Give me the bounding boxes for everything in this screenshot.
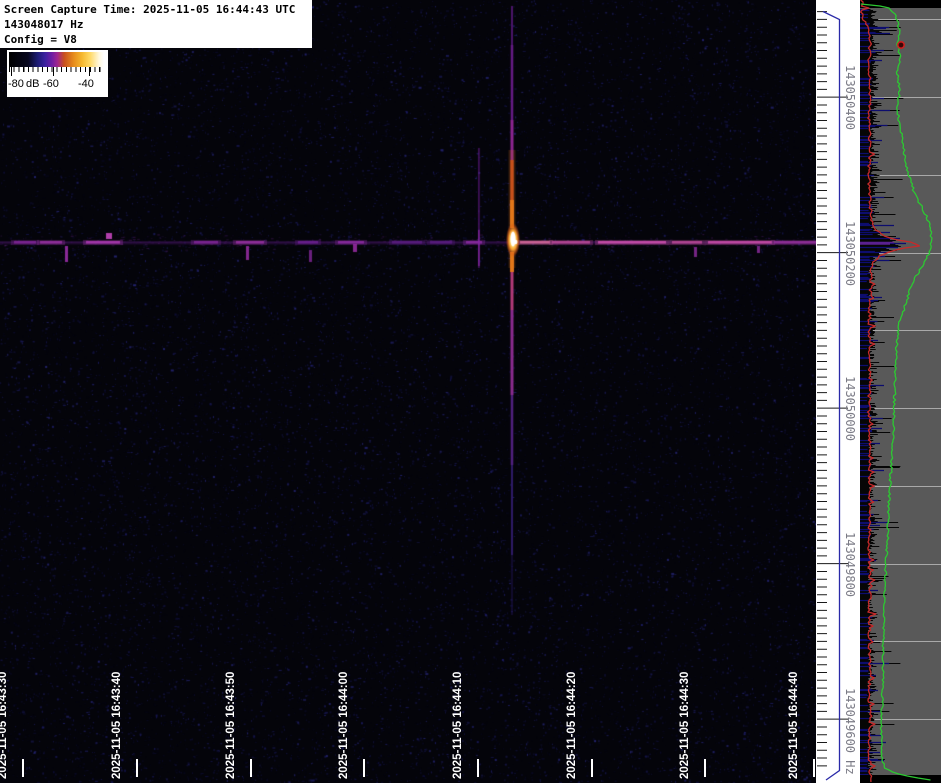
frequency-label: 143049600 Hz (843, 688, 857, 775)
time-tick (22, 759, 24, 777)
frequency-label: 143049800 (843, 532, 857, 598)
frequency-label: 143050000 (843, 376, 857, 442)
color-scale-label: -60 (43, 78, 59, 90)
time-label: 2025-11-05 16:44:10 (452, 671, 464, 779)
color-scale-gradient (9, 52, 104, 67)
time-label: 2025-11-05 16:44:40 (788, 671, 800, 779)
color-scale-major-tick (89, 67, 90, 76)
frequency-label: 143050200 (843, 221, 857, 287)
time-label: 2025-11-05 16:44:20 (566, 671, 578, 779)
capture-info-panel: Screen Capture Time: 2025-11-05 16:44:43… (0, 0, 312, 48)
time-tick (250, 759, 252, 777)
frequency-label: 143050400 (843, 65, 857, 131)
time-tick (813, 759, 815, 777)
time-label: 2025-11-05 16:44:30 (679, 671, 691, 779)
color-scale-label: -80 (8, 78, 24, 90)
time-tick (591, 759, 593, 777)
spectrum-marker-dot (896, 40, 905, 49)
color-scale-label: dB (26, 78, 40, 90)
time-label: 2025-11-05 16:43:50 (225, 671, 237, 779)
time-tick (363, 759, 365, 777)
time-tick (704, 759, 706, 777)
color-scale-major-tick (11, 67, 12, 76)
time-label: 2025-11-05 16:44:00 (338, 671, 350, 779)
time-label: 2025-11-05 16:43:30 (0, 671, 9, 779)
spectrum-lab-window: 2025-11-05 16:43:30 2025-11-05 16:43:40 20… (0, 0, 941, 783)
time-tick (477, 759, 479, 777)
frequency-text: 143048017 Hz (4, 18, 84, 31)
config-text: Config = V8 (4, 33, 77, 46)
color-scale-major-tick (53, 67, 54, 76)
capture-time-text: Screen Capture Time: 2025-11-05 16:44:43… (4, 3, 296, 16)
time-label: 2025-11-05 16:43:40 (111, 671, 123, 779)
color-scale-panel: -80 dB -60 -40 (7, 50, 108, 97)
color-scale-label: -40 (78, 78, 94, 90)
time-tick (136, 759, 138, 777)
waterfall-area: 2025-11-05 16:43:30 2025-11-05 16:43:40 20… (0, 0, 816, 783)
spectrum-graph-panel (860, 0, 941, 783)
waterfall-spectrogram (0, 0, 816, 783)
